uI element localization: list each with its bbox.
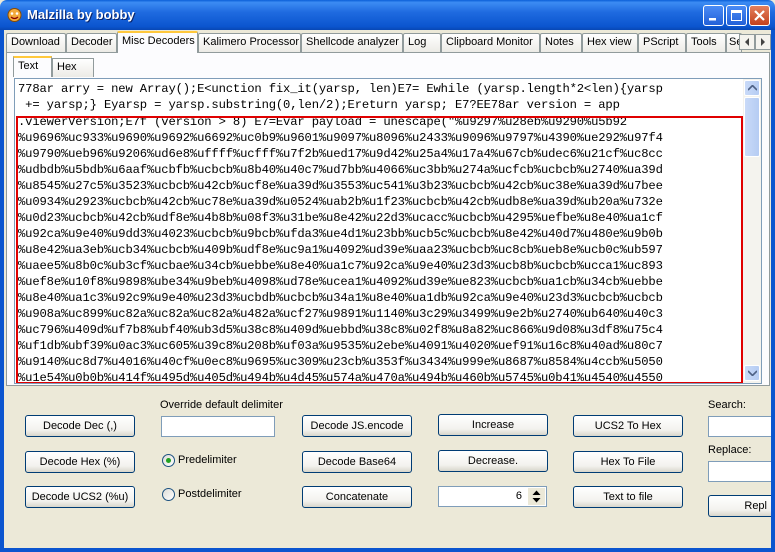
step-spinner-value: 6 — [515, 490, 522, 502]
search-input[interactable] — [708, 416, 771, 437]
title-bar[interactable]: Malzilla by bobby — [0, 0, 775, 30]
tab-notes[interactable]: Notes — [540, 33, 582, 52]
main-tab-strip: Download Decoder Misc Decoders Kalimero … — [4, 31, 771, 53]
tab-pscript[interactable]: PScript — [638, 33, 686, 52]
tab-download[interactable]: Download — [6, 33, 66, 52]
editor-vertical-scrollbar[interactable] — [743, 79, 761, 383]
window-frame-right — [771, 30, 775, 552]
window-frame-bottom — [0, 548, 775, 552]
window-title: Malzilla by bobby — [27, 7, 135, 22]
hex-to-file-button[interactable]: Hex To File — [573, 451, 683, 473]
tab-log[interactable]: Log — [403, 33, 441, 52]
tab-scroll-right-button[interactable] — [755, 34, 771, 50]
tab-misc-decoders[interactable]: Misc Decoders — [117, 31, 198, 53]
text-to-file-button[interactable]: Text to file — [573, 486, 683, 508]
arrow-up-icon — [748, 85, 757, 91]
override-delimiter-label: Override default delimiter — [160, 399, 283, 411]
close-icon — [754, 10, 765, 21]
predelimiter-radio[interactable] — [162, 454, 175, 467]
maximize-button[interactable] — [726, 5, 747, 26]
tab-scroll-left-button[interactable] — [739, 34, 755, 50]
code-line: += yarsp;} Eyarsp = yarsp.substring(0,le… — [18, 98, 620, 112]
tab-decoder[interactable]: Decoder — [66, 33, 117, 52]
decode-jsencode-button[interactable]: Decode JS.encode — [302, 415, 412, 437]
replace-input[interactable] — [708, 461, 771, 482]
subtab-hex[interactable]: Hex — [52, 58, 94, 77]
postdelimiter-label: Postdelimiter — [178, 488, 242, 500]
subtab-text[interactable]: Text — [13, 56, 52, 77]
decode-ucs2-button[interactable]: Decode UCS2 (%u) — [25, 486, 135, 508]
scroll-up-button[interactable] — [744, 80, 760, 96]
tab-kalimero-processor[interactable]: Kalimero Processor — [198, 33, 301, 52]
step-spinner[interactable]: 6 — [438, 486, 547, 507]
minimize-button[interactable] — [703, 5, 724, 26]
window-frame-left — [0, 30, 4, 552]
decode-base64-button[interactable]: Decode Base64 — [302, 451, 412, 473]
replace-button[interactable]: Repl — [708, 495, 771, 517]
arrow-left-icon — [745, 38, 749, 46]
code-line: 778ar arry = new Array();E<unction fix_i… — [18, 82, 663, 96]
decode-hex-button[interactable]: Decode Hex (%) — [25, 451, 135, 473]
replace-label: Replace: — [708, 444, 752, 456]
tab-clipboard-monitor[interactable]: Clipboard Monitor — [441, 33, 540, 52]
text-editor[interactable]: 778ar arry = new Array();E<unction fix_i… — [14, 78, 762, 384]
ucs2-to-hex-button[interactable]: UCS2 To Hex — [573, 415, 683, 437]
concatenate-button[interactable]: Concatenate — [302, 486, 412, 508]
decrease-button[interactable]: Decrease. — [438, 450, 548, 472]
minimize-icon — [709, 18, 716, 21]
arrow-right-icon — [761, 38, 765, 46]
postdelimiter-radio[interactable] — [162, 488, 175, 501]
arrow-down-icon — [748, 370, 757, 376]
app-icon — [7, 8, 22, 22]
selection-highlight — [16, 116, 743, 383]
increase-button[interactable]: Increase — [438, 414, 548, 436]
tab-hex-view[interactable]: Hex view — [582, 33, 638, 52]
tab-shellcode-analyzer[interactable]: Shellcode analyzer — [301, 33, 403, 52]
predelimiter-label: Predelimiter — [178, 454, 237, 466]
spinner-arrows-icon[interactable] — [528, 488, 545, 505]
override-delimiter-input[interactable] — [161, 416, 275, 437]
search-label: Search: — [708, 399, 746, 411]
tab-tools[interactable]: Tools — [686, 33, 726, 52]
close-button[interactable] — [749, 5, 770, 26]
decode-dec-button[interactable]: Decode Dec (,) — [25, 415, 135, 437]
scroll-down-button[interactable] — [744, 365, 760, 381]
scroll-thumb[interactable] — [744, 97, 760, 157]
maximize-icon — [731, 10, 742, 21]
